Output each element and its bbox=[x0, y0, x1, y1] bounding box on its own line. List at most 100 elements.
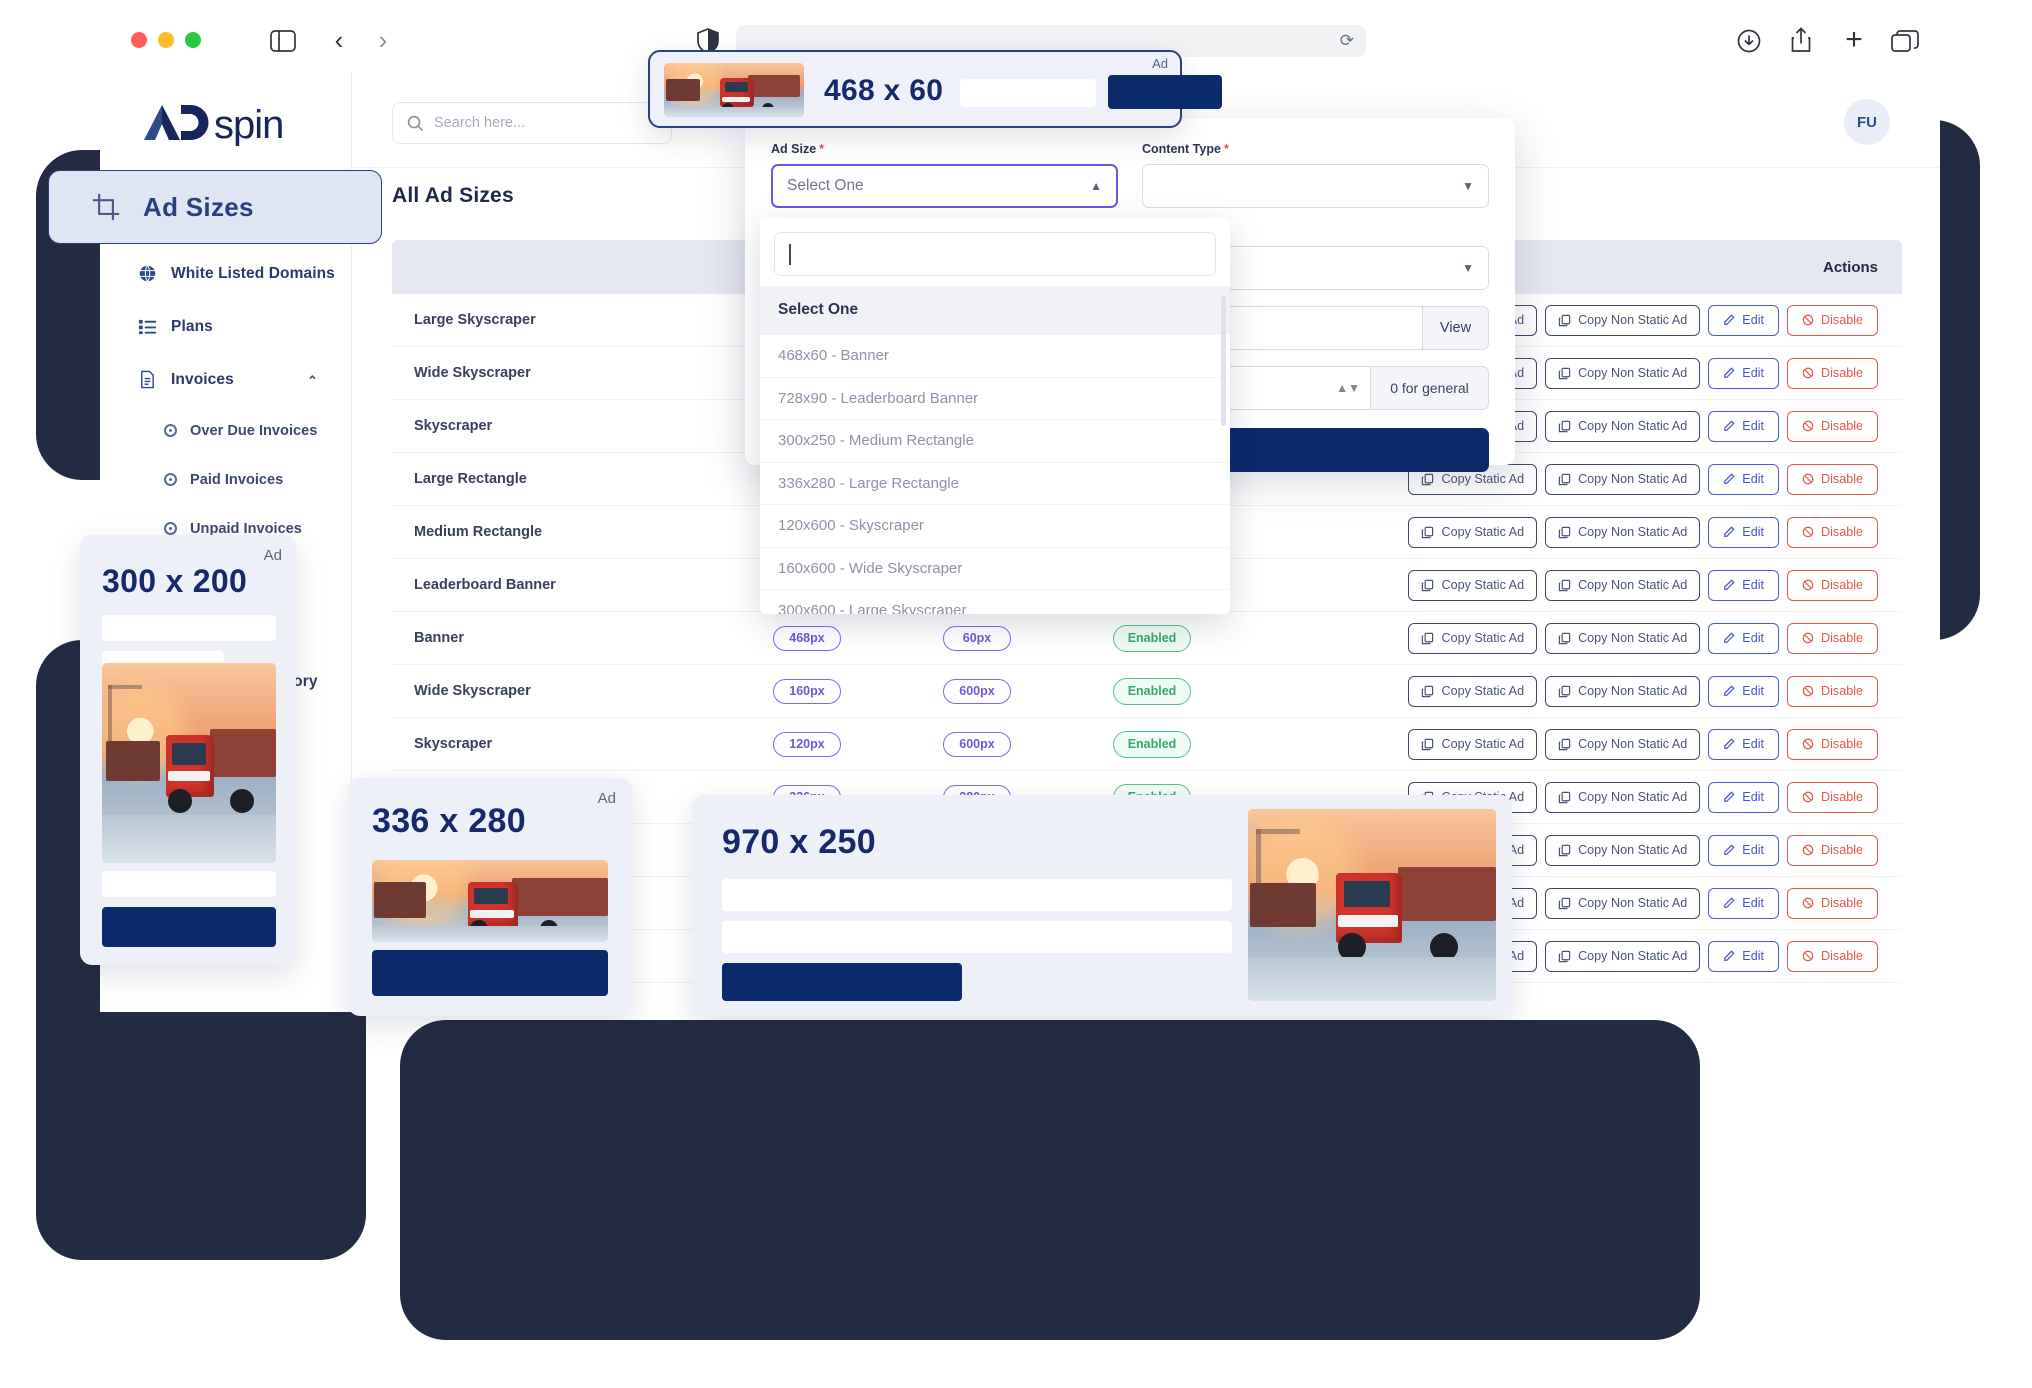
dropdown-option[interactable]: 468x60 - Banner bbox=[760, 334, 1230, 377]
chevron-down-icon[interactable]: ▼ bbox=[1462, 261, 1474, 275]
dropdown-option[interactable]: 300x250 - Medium Rectangle bbox=[760, 419, 1230, 462]
search-input[interactable] bbox=[434, 115, 634, 131]
copy-non-static-ad-button[interactable]: Copy Non Static Ad bbox=[1545, 781, 1701, 813]
copy-static-ad-button[interactable]: Copy Static Ad bbox=[1408, 516, 1538, 548]
dropdown-option[interactable]: 160x600 - Wide Skyscraper bbox=[760, 546, 1230, 590]
ad-creative-336x280[interactable]: Ad 336 x 280 bbox=[348, 778, 632, 1016]
disable-button[interactable]: Disable bbox=[1787, 516, 1878, 548]
close-window-button[interactable] bbox=[131, 32, 147, 48]
globe-icon bbox=[138, 264, 157, 283]
content-type-select[interactable]: ▼ bbox=[1142, 164, 1489, 208]
minimize-window-button[interactable] bbox=[158, 32, 174, 48]
copy-non-static-ad-button[interactable]: Copy Non Static Ad bbox=[1545, 304, 1701, 336]
forward-icon[interactable]: › bbox=[370, 25, 396, 55]
download-icon[interactable] bbox=[1736, 28, 1762, 54]
maximize-window-button[interactable] bbox=[185, 32, 201, 48]
disable-button[interactable]: Disable bbox=[1787, 728, 1878, 760]
ad-creative-300x200[interactable]: Ad 300 x 200 bbox=[80, 535, 296, 965]
copy-static-ad-button[interactable]: Copy Static Ad bbox=[1408, 675, 1538, 707]
copy-static-ad-button[interactable]: Copy Static Ad bbox=[1408, 622, 1538, 654]
edit-button[interactable]: Edit bbox=[1708, 887, 1779, 919]
copy-non-static-ad-button[interactable]: Copy Non Static Ad bbox=[1545, 410, 1701, 442]
app-logo[interactable]: spin bbox=[140, 97, 315, 149]
dropdown-search-input[interactable] bbox=[774, 232, 1216, 276]
copy-non-static-ad-button[interactable]: Copy Non Static Ad bbox=[1545, 675, 1701, 707]
ad-size-select[interactable]: Select One ▲ bbox=[771, 164, 1118, 208]
avatar[interactable]: FU bbox=[1844, 99, 1890, 145]
edit-button[interactable]: Edit bbox=[1708, 410, 1779, 442]
ad-cta-button[interactable] bbox=[102, 907, 276, 947]
copy-non-static-ad-button[interactable]: Copy Non Static Ad bbox=[1545, 463, 1701, 495]
copy-non-static-ad-button[interactable]: Copy Non Static Ad bbox=[1545, 357, 1701, 389]
dropdown-placeholder-option[interactable]: Select One bbox=[760, 286, 1230, 334]
window-controls[interactable] bbox=[131, 32, 201, 48]
view-button[interactable]: View bbox=[1423, 306, 1489, 350]
disable-button[interactable]: Disable bbox=[1787, 304, 1878, 336]
sidebar-item-plans[interactable]: Plans bbox=[100, 300, 352, 353]
edit-button[interactable]: Edit bbox=[1708, 622, 1779, 654]
edit-button[interactable]: Edit bbox=[1708, 940, 1779, 972]
reload-icon[interactable]: ⟳ bbox=[1340, 31, 1354, 51]
copy-non-static-ad-button[interactable]: Copy Non Static Ad bbox=[1545, 728, 1701, 760]
sidebar-subitem-over-due-invoices[interactable]: Over Due Invoices bbox=[100, 406, 352, 455]
edit-button[interactable]: Edit bbox=[1708, 569, 1779, 601]
width-pill: 160px bbox=[773, 678, 841, 704]
dropdown-option[interactable]: 336x280 - Large Rectangle bbox=[760, 461, 1230, 505]
disable-button[interactable]: Disable bbox=[1787, 834, 1878, 866]
search-icon bbox=[407, 115, 424, 132]
edit-button[interactable]: Edit bbox=[1708, 834, 1779, 866]
edit-button[interactable]: Edit bbox=[1708, 675, 1779, 707]
edit-button[interactable]: Edit bbox=[1708, 463, 1779, 495]
copy-static-ad-button[interactable]: Copy Static Ad bbox=[1408, 728, 1538, 760]
chevron-up-icon[interactable]: ⌃ bbox=[307, 373, 318, 389]
chevron-up-icon[interactable]: ▲ bbox=[1090, 179, 1102, 193]
disable-button[interactable]: Disable bbox=[1787, 622, 1878, 654]
radio-bullet-icon bbox=[164, 522, 177, 535]
dropdown-scrollbar[interactable] bbox=[1221, 296, 1226, 426]
sidebar-subitem-paid-invoices[interactable]: Paid Invoices bbox=[100, 455, 352, 504]
disable-button[interactable]: Disable bbox=[1787, 410, 1878, 442]
copy-static-ad-button[interactable]: Copy Static Ad bbox=[1408, 569, 1538, 601]
edit-button[interactable]: Edit bbox=[1708, 357, 1779, 389]
copy-non-static-ad-button[interactable]: Copy Non Static Ad bbox=[1545, 834, 1701, 866]
edit-button[interactable]: Edit bbox=[1708, 304, 1779, 336]
disable-button[interactable]: Disable bbox=[1787, 887, 1878, 919]
general-button[interactable]: 0 for general bbox=[1371, 366, 1489, 410]
copy-non-static-ad-button[interactable]: Copy Non Static Ad bbox=[1545, 622, 1701, 654]
copy-non-static-ad-button[interactable]: Copy Non Static Ad bbox=[1545, 516, 1701, 548]
copy-icon bbox=[1421, 632, 1434, 645]
dropdown-option[interactable]: 300x600 - Large Skyscraper bbox=[760, 589, 1230, 614]
edit-button[interactable]: Edit bbox=[1708, 781, 1779, 813]
sidebar-item-invoices[interactable]: Invoices ⌃ bbox=[100, 353, 352, 406]
chevron-down-icon[interactable]: ▼ bbox=[1462, 179, 1474, 193]
disable-button[interactable]: Disable bbox=[1787, 357, 1878, 389]
show-tabs-icon[interactable] bbox=[1891, 29, 1919, 53]
copy-non-static-ad-button[interactable]: Copy Non Static Ad bbox=[1545, 887, 1701, 919]
disable-button[interactable]: Disable bbox=[1787, 781, 1878, 813]
disable-button[interactable]: Disable bbox=[1787, 569, 1878, 601]
dropdown-option[interactable]: 728x90 - Leaderboard Banner bbox=[760, 376, 1230, 420]
search-box[interactable] bbox=[392, 102, 672, 144]
ad-creative-970x250[interactable]: Ad 970 x 250 bbox=[692, 795, 1512, 1017]
sidebar-item-ad-sizes-highlight[interactable]: Ad Sizes bbox=[48, 170, 382, 244]
radio-bullet-icon bbox=[164, 424, 177, 437]
pencil-icon bbox=[1723, 738, 1735, 750]
new-tab-icon[interactable]: + bbox=[1841, 23, 1867, 56]
ad-cta-button[interactable] bbox=[372, 950, 608, 996]
copy-non-static-ad-button[interactable]: Copy Non Static Ad bbox=[1545, 569, 1701, 601]
ad-creative-468x60[interactable]: 468 x 60 Ad bbox=[648, 50, 1222, 128]
copy-non-static-ad-button[interactable]: Copy Non Static Ad bbox=[1545, 940, 1701, 972]
cell-ad-name: Medium Rectangle bbox=[414, 524, 543, 540]
edit-button[interactable]: Edit bbox=[1708, 728, 1779, 760]
ad-cta-button[interactable] bbox=[722, 963, 962, 1001]
disable-button[interactable]: Disable bbox=[1787, 940, 1878, 972]
share-icon[interactable] bbox=[1788, 26, 1814, 54]
dropdown-option[interactable]: 120x600 - Skyscraper bbox=[760, 504, 1230, 547]
sidebar-item-white-listed-domains[interactable]: White Listed Domains bbox=[100, 247, 352, 300]
ad-cta-button[interactable] bbox=[1108, 75, 1222, 109]
back-icon[interactable]: ‹ bbox=[326, 25, 352, 55]
disable-button[interactable]: Disable bbox=[1787, 463, 1878, 495]
edit-button[interactable]: Edit bbox=[1708, 516, 1779, 548]
disable-button[interactable]: Disable bbox=[1787, 675, 1878, 707]
sidebar-toggle-icon[interactable] bbox=[270, 28, 296, 54]
